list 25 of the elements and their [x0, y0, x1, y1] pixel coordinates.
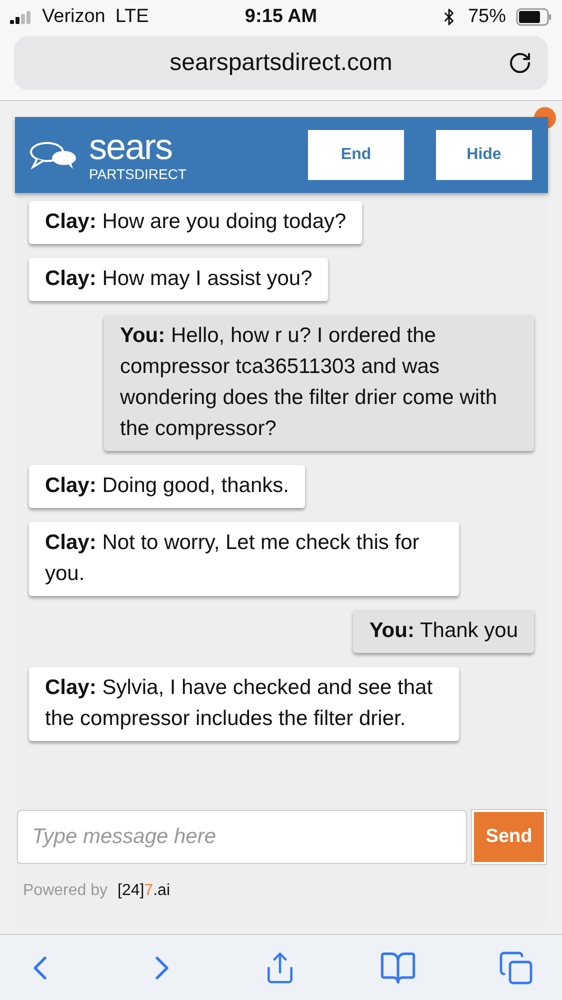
- agent-message: Clay: Not to worry, Let me check this for you.: [29, 522, 459, 596]
- agent-message: Clay: How may I assist you?: [29, 258, 328, 301]
- send-button[interactable]: Send: [472, 810, 546, 864]
- powered-by-label: Powered by: [23, 882, 108, 900]
- battery-icon: [516, 8, 552, 26]
- address-bar[interactable]: searspartsdirect.com: [14, 36, 548, 90]
- chat-bubbles-icon: [29, 140, 79, 170]
- signal-icon: [10, 10, 32, 24]
- provider-logo: [24]7.ai: [118, 882, 170, 900]
- reload-icon[interactable]: [508, 51, 532, 75]
- clock: 9:15 AM: [244, 6, 318, 28]
- agent-message: Clay: Doing good, thanks.: [29, 465, 305, 508]
- user-message: You: Thank you: [353, 610, 534, 653]
- brand-name: sears: [89, 129, 174, 165]
- user-message: You: Hello, how r u? I ordered the compressor tca36511303 and was wondering does the filter drier come with the compressor?: [104, 315, 534, 451]
- agent-message: Clay: Sylvia, I have checked and see that the compressor includes the filter drier.: [29, 667, 459, 741]
- agent-message: Clay: How are you doing today?: [29, 201, 362, 244]
- end-button[interactable]: End: [308, 130, 404, 180]
- network-type: LTE: [115, 6, 149, 28]
- brand-subtitle: PARTSDIRECT: [89, 167, 188, 181]
- tabs-icon[interactable]: [498, 950, 534, 986]
- message-input[interactable]: Type message here: [17, 810, 467, 864]
- battery-percentage: 75%: [468, 6, 506, 28]
- carrier: Verizon: [42, 6, 106, 28]
- hide-button[interactable]: Hide: [436, 130, 532, 180]
